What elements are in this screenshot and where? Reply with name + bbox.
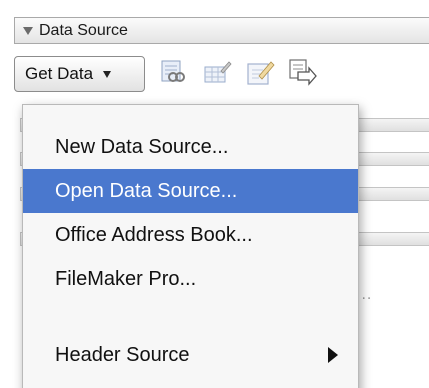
menu-item-label: Header Source: [55, 343, 190, 366]
menu-item-office-address-book[interactable]: Office Address Book...: [23, 213, 358, 257]
menu-item-filemaker-pro[interactable]: FileMaker Pro...: [23, 257, 358, 301]
section-title: Data Source: [39, 21, 128, 39]
get-data-label: Get Data: [25, 64, 94, 83]
edit-recipients-icon[interactable]: [245, 58, 275, 88]
menu-item-label: Open Data Source...: [55, 179, 238, 202]
find-record-icon[interactable]: [158, 58, 188, 88]
menu-item-label: New Data Source...: [55, 135, 229, 158]
menu-item-header-source[interactable]: Header Source: [23, 333, 358, 377]
menu-item-new-data-source[interactable]: New Data Source...: [23, 125, 358, 169]
mail-merge-panel: Data Source Get Data ... New Data Source…: [0, 0, 429, 388]
data-source-header[interactable]: Data Source: [14, 17, 429, 44]
menu-item-label: Office Address Book...: [55, 223, 253, 246]
edit-data-source-icon[interactable]: [202, 58, 232, 88]
merge-to-document-icon[interactable]: [287, 58, 317, 88]
menu-item-label: FileMaker Pro...: [55, 267, 197, 290]
menu-item-open-data-source[interactable]: Open Data Source...: [23, 169, 358, 213]
disclosure-triangle-icon[interactable]: [23, 26, 33, 35]
get-data-button[interactable]: Get Data: [14, 56, 145, 92]
popup-arrow-icon: [103, 70, 112, 78]
submenu-arrow-icon: [328, 347, 338, 363]
get-data-menu: New Data Source... Open Data Source... O…: [22, 104, 359, 388]
